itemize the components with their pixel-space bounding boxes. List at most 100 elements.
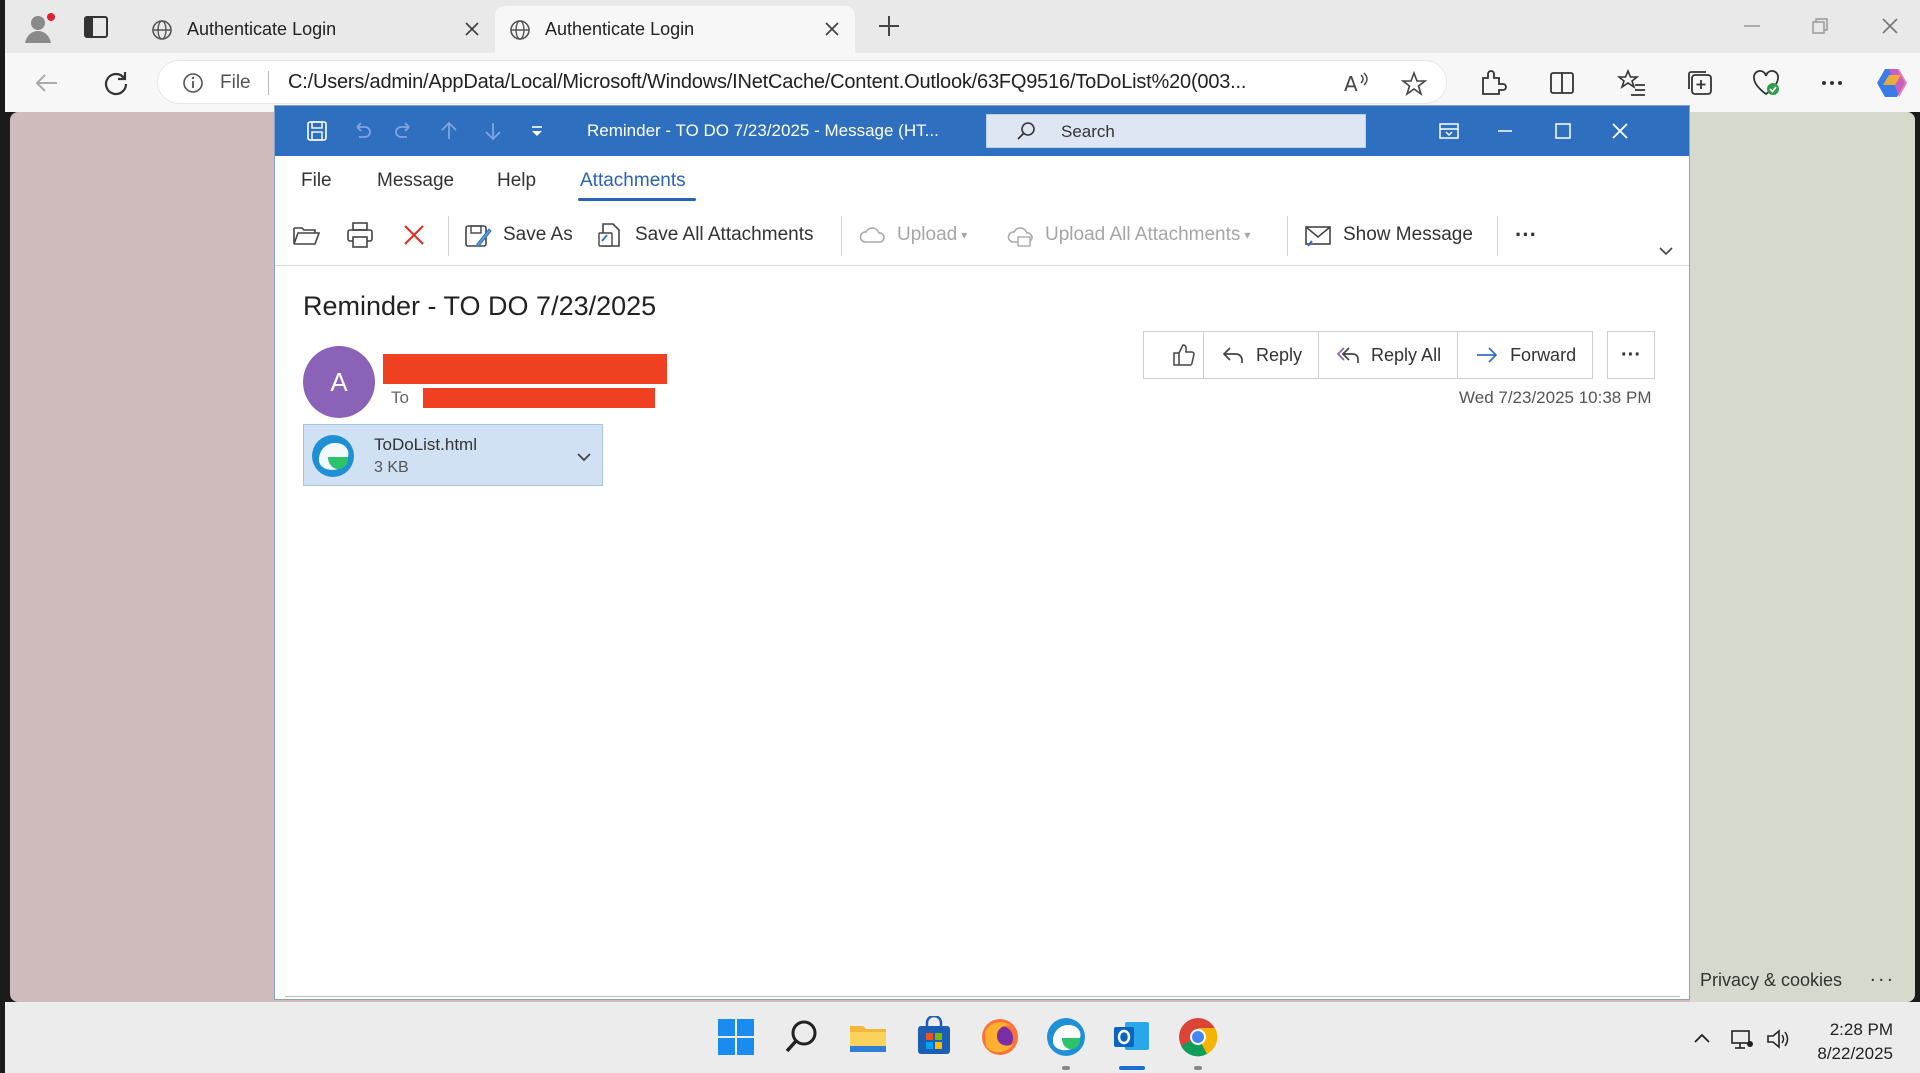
microsoft-store-icon[interactable] xyxy=(913,1016,955,1058)
ribbon-divider xyxy=(1497,216,1498,256)
active-tab-indicator xyxy=(578,198,696,201)
extensions-icon[interactable] xyxy=(1477,68,1507,98)
file-explorer-icon[interactable] xyxy=(847,1016,889,1058)
outlook-title-bar: Reminder - TO DO 7/23/2025 - Message (HT… xyxy=(275,106,1689,156)
show-message-button[interactable]: Show Message xyxy=(1303,218,1473,252)
forward-button[interactable]: Forward xyxy=(1458,332,1592,378)
save-as-icon xyxy=(465,225,492,247)
cloud-upload-all-icon xyxy=(1007,227,1033,247)
close-window-icon[interactable] xyxy=(1878,14,1902,38)
open-attachment-button[interactable] xyxy=(291,218,331,252)
remove-attachment-button[interactable] xyxy=(399,218,439,252)
next-item-icon[interactable] xyxy=(481,119,505,143)
system-clock[interactable]: 2:28 PM 8/22/2025 xyxy=(1813,1018,1893,1066)
redo-icon[interactable] xyxy=(393,119,417,143)
tab-attachments[interactable]: Attachments xyxy=(580,170,686,192)
ribbon-more-button[interactable]: ··· xyxy=(1515,218,1537,252)
search-icon[interactable] xyxy=(781,1016,823,1058)
collections-icon[interactable] xyxy=(1685,68,1715,98)
address-bar[interactable]: File C:/Users/admin/AppData/Local/Micros… xyxy=(157,60,1447,104)
copilot-icon[interactable] xyxy=(1875,65,1911,101)
tab-actions-icon[interactable] xyxy=(83,14,109,40)
save-as-button[interactable]: Save As xyxy=(463,218,573,252)
browser-essentials-icon[interactable] xyxy=(1751,68,1781,98)
print-icon xyxy=(347,222,373,248)
tab-title: Authenticate Login xyxy=(545,19,695,39)
minimize-icon[interactable] xyxy=(1493,119,1517,143)
privacy-link[interactable]: Privacy & cookies xyxy=(1700,970,1842,991)
reply-all-button[interactable]: Reply All xyxy=(1319,332,1459,378)
clock-time: 2:28 PM xyxy=(1829,1020,1893,1039)
edge-icon[interactable] xyxy=(1045,1016,1087,1058)
running-indicator xyxy=(1062,1066,1070,1070)
message-date: Wed 7/23/2025 10:38 PM xyxy=(1459,388,1652,407)
save-all-attachments-button[interactable]: Save All Attachments xyxy=(595,218,814,252)
split-screen-icon[interactable] xyxy=(1547,68,1577,98)
attachment-size: 3 KB xyxy=(374,459,409,476)
maximize-icon[interactable] xyxy=(1551,119,1575,143)
read-aloud-icon[interactable]: A xyxy=(1344,71,1370,95)
refresh-icon[interactable] xyxy=(102,69,130,97)
thumbs-up-icon xyxy=(1173,344,1195,366)
page-side-panel xyxy=(1690,112,1915,1002)
volume-icon[interactable] xyxy=(1765,1026,1791,1052)
upload-all-attachments-button[interactable]: Upload All Attachments ▾ xyxy=(1005,218,1250,252)
previous-item-icon[interactable] xyxy=(437,119,461,143)
tab-title: Authenticate Login xyxy=(187,19,337,39)
reply-all-icon xyxy=(1336,347,1359,363)
undo-icon[interactable] xyxy=(349,119,373,143)
tab-help[interactable]: Help xyxy=(497,170,536,192)
firefox-icon[interactable] xyxy=(979,1016,1021,1058)
close-icon[interactable] xyxy=(1608,119,1632,143)
chrome-icon[interactable] xyxy=(1177,1016,1219,1058)
avatar-initial: A xyxy=(330,366,348,397)
reply-button[interactable]: Reply xyxy=(1204,332,1320,378)
upload-label: Upload xyxy=(897,224,958,245)
network-icon[interactable] xyxy=(1729,1026,1755,1052)
info-icon[interactable] xyxy=(182,72,204,94)
browser-tab[interactable]: Authenticate Login xyxy=(137,6,495,53)
save-icon[interactable] xyxy=(305,119,329,143)
save-as-label: Save As xyxy=(503,224,573,245)
favorites-icon[interactable] xyxy=(1617,68,1647,98)
ribbon-tabs: File Message Help Attachments xyxy=(275,156,1689,204)
reply-label: Reply xyxy=(1256,344,1303,365)
browser-tab-active[interactable]: Authenticate Login xyxy=(495,6,855,53)
back-icon[interactable] xyxy=(33,69,61,97)
collapse-ribbon-icon[interactable] xyxy=(1657,242,1675,260)
profile-icon[interactable] xyxy=(23,11,57,45)
customize-toolbar-icon[interactable] xyxy=(525,119,549,143)
reply-icon xyxy=(1222,347,1243,363)
start-icon[interactable] xyxy=(715,1016,757,1058)
new-tab-icon[interactable] xyxy=(875,12,903,40)
restore-icon[interactable] xyxy=(1808,14,1832,38)
upload-button[interactable]: Upload ▾ xyxy=(857,218,967,252)
chevron-up-icon[interactable] xyxy=(1689,1026,1715,1052)
more-options-icon[interactable] xyxy=(1817,68,1847,98)
message-more-button[interactable]: ··· xyxy=(1607,331,1655,379)
close-tab-icon[interactable] xyxy=(823,20,841,38)
close-tab-icon[interactable] xyxy=(463,20,481,38)
search-input[interactable]: Search xyxy=(986,114,1366,148)
message-subject: Reminder - TO DO 7/23/2025 xyxy=(303,291,657,321)
attachment-card[interactable]: ToDoList.html 3 KB xyxy=(303,424,603,486)
browser-toolbar: File C:/Users/admin/AppData/Local/Micros… xyxy=(5,53,1920,112)
ribbon-display-icon[interactable] xyxy=(1437,119,1461,143)
minimize-icon[interactable] xyxy=(1740,14,1764,38)
tab-message[interactable]: Message xyxy=(377,170,454,192)
dropdown-caret: ▾ xyxy=(961,228,968,242)
search-placeholder: Search xyxy=(1061,122,1115,141)
ribbon-divider xyxy=(841,216,842,256)
tab-file[interactable]: File xyxy=(301,170,332,192)
url-text[interactable]: C:/Users/admin/AppData/Local/Microsoft/W… xyxy=(288,71,1246,94)
sender-avatar[interactable]: A xyxy=(303,346,375,418)
more-options-icon: ··· xyxy=(1621,343,1641,366)
chevron-down-icon[interactable] xyxy=(574,447,594,467)
windows-taskbar: 2:28 PM 8/22/2025 xyxy=(5,1002,1920,1073)
privacy-more-button[interactable]: ... xyxy=(1870,964,1896,987)
favorite-star-icon[interactable] xyxy=(1401,71,1427,97)
outlook-icon[interactable] xyxy=(1111,1016,1153,1058)
print-button[interactable] xyxy=(345,218,385,252)
search-icon xyxy=(1017,122,1035,140)
sender-name-redacted xyxy=(383,354,667,384)
